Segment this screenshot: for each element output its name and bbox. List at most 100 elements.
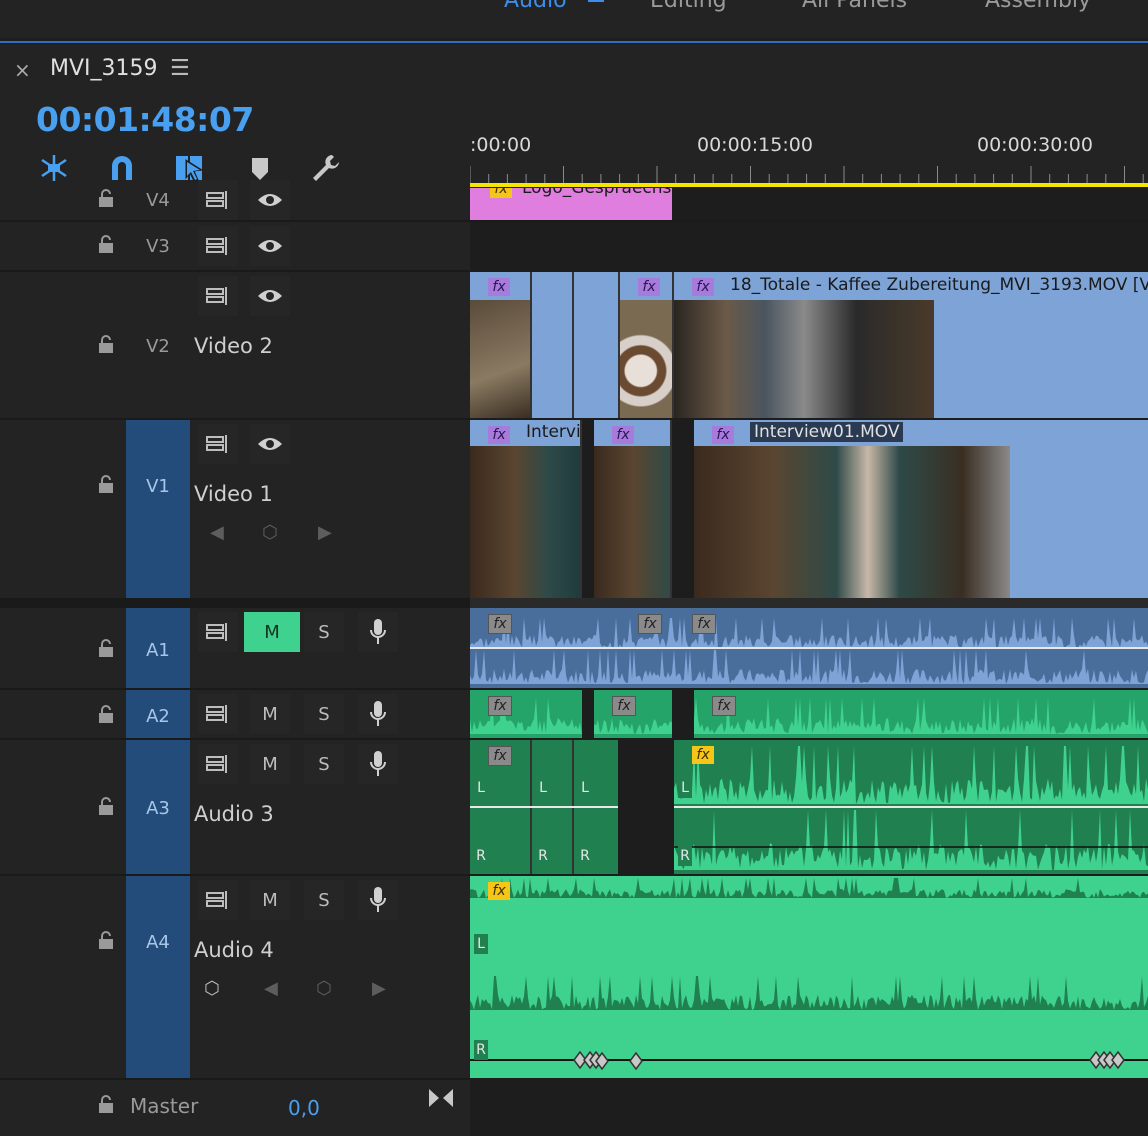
clip-a2-2[interactable]: fx [594,690,672,738]
track-target-a3[interactable]: A3 [126,740,190,874]
fx-badge[interactable]: fx [692,746,714,764]
clip-a3-1[interactable]: fx L L L R R R [470,740,618,874]
sync-lock-icon[interactable] [198,612,238,652]
clip-v1-interview-b[interactable]: fx [594,420,672,598]
show-keyframes-icon[interactable]: ⬡ [204,978,220,999]
track-target-a2[interactable]: A2 [126,690,190,738]
mute-button[interactable]: M [244,612,300,652]
sync-lock-icon[interactable] [198,424,238,464]
fx-badge[interactable]: fx [638,278,660,296]
sync-lock-icon[interactable] [198,226,238,266]
clip-v2-4[interactable]: fx [620,272,674,418]
mute-button[interactable]: M [250,694,290,734]
mute-button[interactable]: M [250,880,290,920]
clip-v2-3[interactable] [574,272,620,418]
fx-badge[interactable]: fx [692,278,714,296]
microphone-icon[interactable] [358,880,398,920]
microphone-icon[interactable] [358,744,398,784]
eye-icon[interactable] [250,276,290,316]
track-name[interactable]: Video 1 [194,482,273,506]
sync-lock-icon[interactable] [198,276,238,316]
fx-badge[interactable]: fx [612,696,636,716]
fx-badge[interactable]: fx [488,882,510,900]
track-target-v1[interactable]: V1 [126,420,190,598]
lane-master[interactable] [470,1080,1148,1136]
track-id[interactable]: V1 [126,476,190,497]
track-name[interactable]: Video 2 [194,334,273,358]
video-audio-divider[interactable] [470,598,1148,608]
clip-v1-interview01[interactable]: fx Interview01.MOV [694,420,1148,598]
fx-badge[interactable]: fx [488,426,510,444]
clip-v2-totale[interactable]: fx 18_Totale - Kaffee Zubereitung_MVI_31… [674,272,1148,418]
track-id[interactable]: V2 [126,336,190,357]
lock-icon[interactable] [96,930,116,950]
clip-v4-logo[interactable]: fx Logo_Gespraechs [470,188,672,220]
clip-v1-interview-a[interactable]: fx Intervi [470,420,582,598]
solo-button[interactable]: S [304,744,344,784]
fx-badge[interactable]: fx [488,614,512,634]
insert-snap-icon[interactable] [38,152,70,184]
fx-badge[interactable]: fx [612,426,634,444]
timeline-tracks[interactable]: fx Logo_Gespraechs fx fx fx 18_Totale - … [470,188,1148,1136]
volume-line[interactable] [470,806,618,808]
eye-icon[interactable] [250,180,290,220]
track-id[interactable]: A3 [126,798,190,819]
previous-keyframe-icon[interactable]: ◀ [264,978,278,999]
fx-badge[interactable]: fx [490,188,512,198]
master-collapse-icon[interactable] [428,1088,454,1108]
clip-a4[interactable]: fx L R [470,876,1148,1078]
microphone-icon[interactable] [358,694,398,734]
solo-button[interactable]: S [304,694,344,734]
track-id[interactable]: A1 [126,640,190,661]
eye-icon[interactable] [250,424,290,464]
video-audio-divider[interactable] [0,600,470,608]
fx-badge[interactable]: fx [712,696,736,716]
track-id[interactable]: A4 [126,932,190,953]
lock-icon[interactable] [96,334,116,354]
workspace-tab-audio[interactable]: Audio [504,0,567,13]
fx-badge[interactable]: fx [638,614,662,634]
clip-v2-2[interactable] [532,272,574,418]
sequence-tab-title[interactable]: MVI_3159 [50,56,158,81]
clip-a2-3[interactable]: fx [694,690,1148,738]
lock-icon[interactable] [96,234,116,254]
fx-badge[interactable]: fx [488,278,510,296]
fx-badge[interactable]: fx [488,746,512,766]
playhead-timecode[interactable]: 00:01:48:07 [36,100,254,139]
clip-a2-1[interactable]: fx [470,690,582,738]
fx-badge[interactable]: fx [712,426,734,444]
magnet-icon[interactable] [106,152,138,184]
sync-lock-icon[interactable] [198,694,238,734]
eye-icon[interactable] [250,226,290,266]
work-area-bar[interactable] [470,183,1148,187]
workspace-tab-editing[interactable]: Editing [650,0,727,13]
lock-icon[interactable] [96,704,116,724]
close-sequence-icon[interactable]: × [14,58,31,82]
clip-v2-1[interactable]: fx [470,272,532,418]
sync-lock-icon[interactable] [198,880,238,920]
lock-icon[interactable] [96,1094,116,1114]
track-name[interactable]: Audio 4 [194,938,274,962]
add-keyframe-icon[interactable]: ⬡ [316,978,332,999]
wrench-icon[interactable] [310,152,342,184]
lock-icon[interactable] [96,796,116,816]
add-keyframe-icon[interactable]: ⬡ [262,522,278,543]
panel-menu-icon[interactable]: ☰ [170,56,190,81]
lock-icon[interactable] [96,474,116,494]
track-id[interactable]: A2 [126,706,190,727]
lock-icon[interactable] [96,188,116,208]
sync-lock-icon[interactable] [198,744,238,784]
lane-v3[interactable] [470,222,1148,272]
clip-a3-2[interactable]: fx L R [674,740,1148,874]
solo-button[interactable]: S [304,880,344,920]
next-keyframe-icon[interactable]: ▶ [318,522,332,543]
track-id[interactable]: V3 [126,236,190,257]
solo-button[interactable]: S [304,612,344,652]
workspace-menu-icon[interactable] [588,0,604,2]
master-volume-value[interactable]: 0,0 [288,1096,320,1120]
workspace-tab-all-panels[interactable]: All Panels [802,0,907,13]
clip-a1[interactable]: fx fx fx [470,608,1148,688]
next-keyframe-icon[interactable]: ▶ [372,978,386,999]
microphone-icon[interactable] [358,612,398,652]
keyframe-group[interactable] [1086,1050,1132,1072]
